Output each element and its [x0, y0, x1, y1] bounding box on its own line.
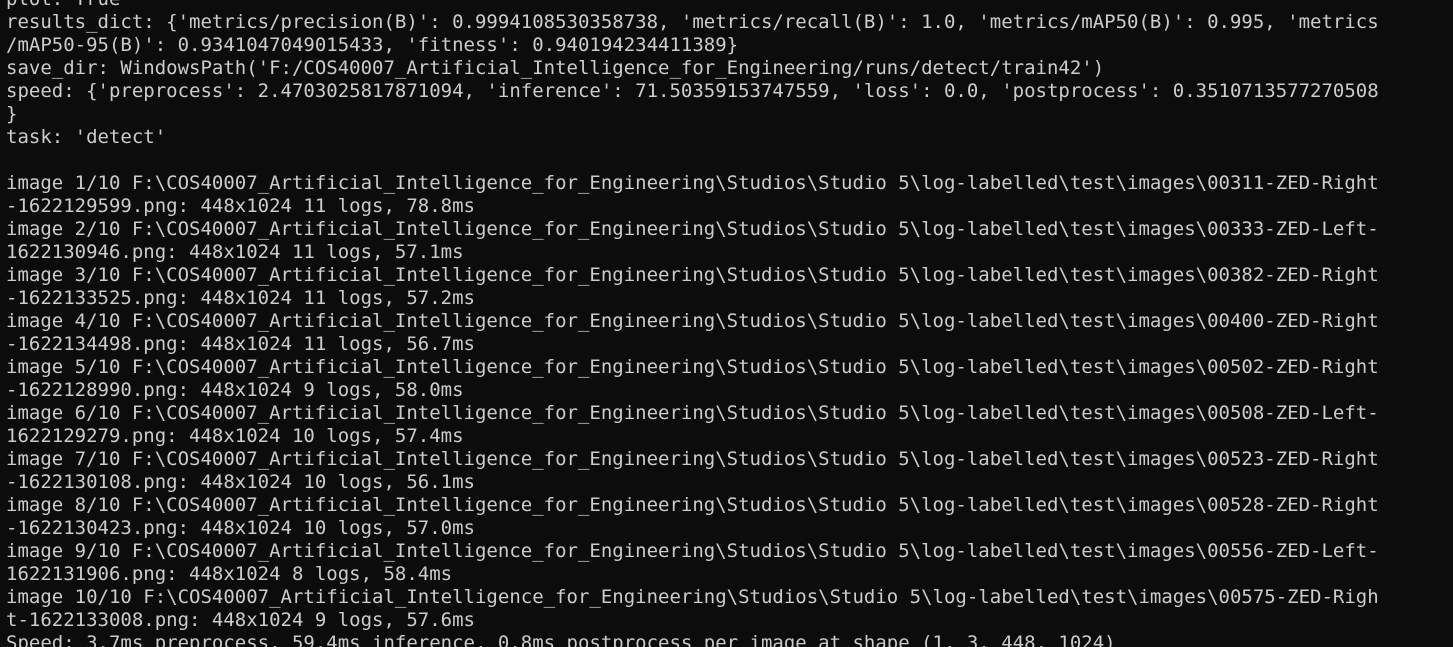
output-line: speed: {'preprocess': 2.4703025817871094…: [6, 80, 1379, 102]
output-line: }: [6, 103, 18, 125]
output-line: 1622129279.png: 448x1024 10 logs, 57.4ms: [6, 425, 464, 447]
output-line: image 4/10 F:\COS40007_Artificial_Intell…: [6, 310, 1379, 332]
output-line: -1622130108.png: 448x1024 10 logs, 56.1m…: [6, 471, 475, 493]
output-line: image 3/10 F:\COS40007_Artificial_Intell…: [6, 264, 1379, 286]
terminal-output: plot: True results_dict: {'metrics/preci…: [6, 0, 1453, 647]
output-line: -1622133525.png: 448x1024 11 logs, 57.2m…: [6, 287, 475, 309]
output-line: Speed: 3.7ms preprocess, 59.4ms inferenc…: [6, 632, 1116, 647]
output-line: image 9/10 F:\COS40007_Artificial_Intell…: [6, 540, 1379, 562]
output-line: /mAP50-95(B)': 0.9341047049015433, 'fitn…: [6, 34, 739, 56]
output-line: image 2/10 F:\COS40007_Artificial_Intell…: [6, 218, 1379, 240]
output-line: results_dict: {'metrics/precision(B)': 0…: [6, 11, 1379, 33]
output-line: task: 'detect': [6, 126, 167, 148]
output-line: image 5/10 F:\COS40007_Artificial_Intell…: [6, 356, 1379, 378]
output-line: plot: True: [6, 0, 1453, 11]
output-line: -1622128990.png: 448x1024 9 logs, 58.0ms: [6, 379, 464, 401]
output-line: image 8/10 F:\COS40007_Artificial_Intell…: [6, 494, 1379, 516]
output-line: image 1/10 F:\COS40007_Artificial_Intell…: [6, 172, 1379, 194]
output-line: image 10/10 F:\COS40007_Artificial_Intel…: [6, 586, 1379, 608]
output-line: -1622134498.png: 448x1024 11 logs, 56.7m…: [6, 333, 475, 355]
output-line: t-1622133008.png: 448x1024 9 logs, 57.6m…: [6, 609, 475, 631]
output-line: image 6/10 F:\COS40007_Artificial_Intell…: [6, 402, 1379, 424]
output-line: image 7/10 F:\COS40007_Artificial_Intell…: [6, 448, 1379, 470]
output-line: 1622130946.png: 448x1024 11 logs, 57.1ms: [6, 241, 464, 263]
terminal-window[interactable]: plot: True results_dict: {'metrics/preci…: [0, 0, 1453, 647]
output-line: save_dir: WindowsPath('F:/COS40007_Artif…: [6, 57, 1105, 79]
output-line: -1622130423.png: 448x1024 10 logs, 57.0m…: [6, 517, 475, 539]
output-line: -1622129599.png: 448x1024 11 logs, 78.8m…: [6, 195, 475, 217]
output-line: 1622131906.png: 448x1024 8 logs, 58.4ms: [6, 563, 453, 585]
